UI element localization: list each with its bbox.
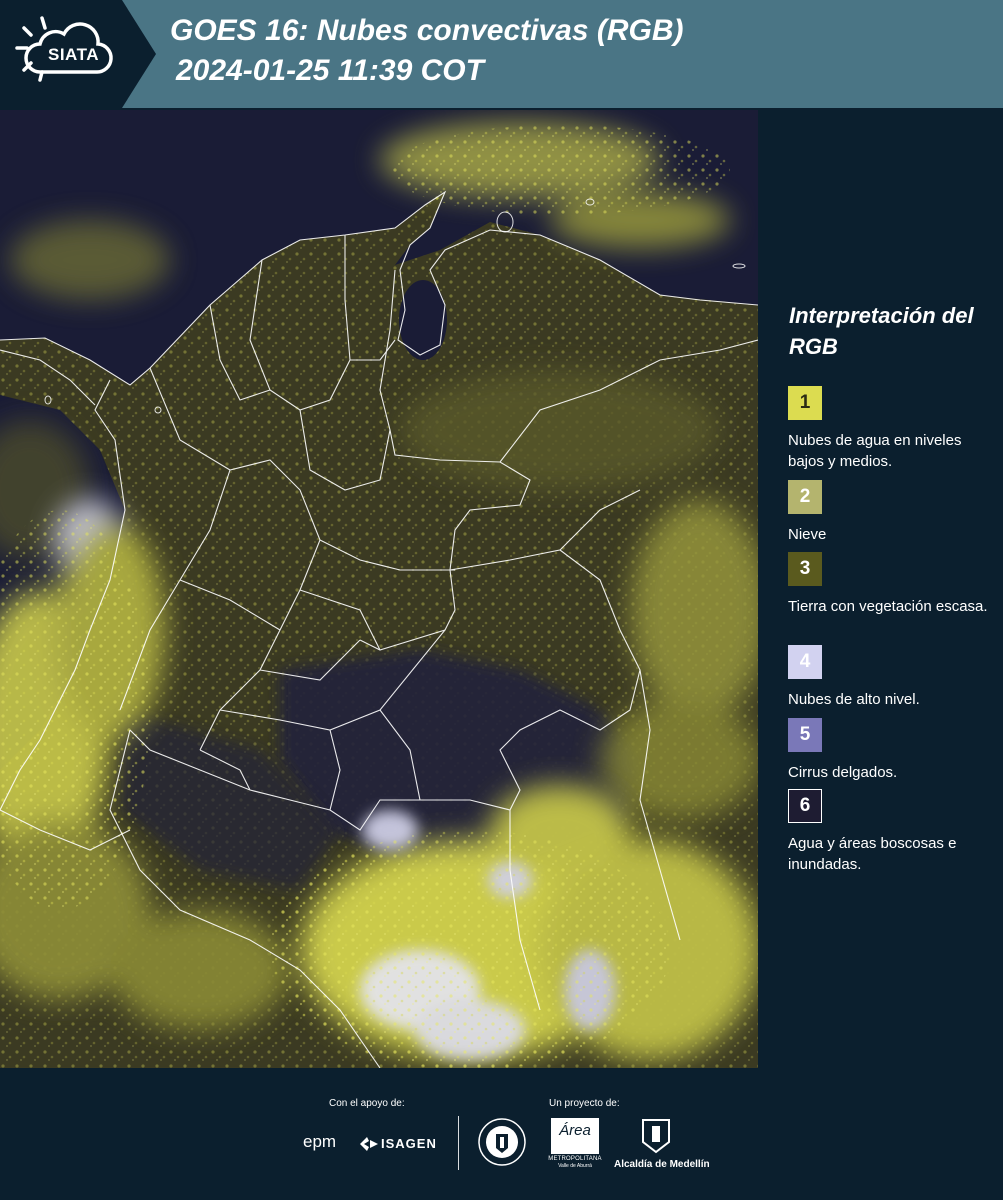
legend-item-1: 1 Nubes de agua en niveles bajos y medio… [788, 386, 998, 472]
medellin-seal-icon [478, 1118, 526, 1166]
legend-panel: Interpretación del RGB 1 Nubes de agua e… [760, 110, 1003, 1068]
legend-swatch-5: 5 [788, 718, 822, 752]
isagen-logo: ISAGEN [360, 1136, 437, 1151]
legend-item-3: 3 Tierra con vegetación escasa. [788, 552, 998, 617]
area-logo-subtext-2: Valle de Aburrá [558, 1163, 592, 1169]
epm-logo-text: epm [303, 1132, 337, 1151]
header-bar: SIATA GOES 16: Nubes convectivas (RGB) 2… [0, 0, 1003, 108]
isagen-icon [360, 1136, 378, 1151]
legend-label-5: Cirrus delgados. [788, 764, 898, 781]
legend-label-1: Nubes de agua en niveles bajos y medios. [788, 432, 962, 470]
page-timestamp: 2024-01-25 11:39 COT [176, 54, 484, 87]
support-label: Con el apoyo de: [329, 1098, 405, 1109]
legend-item-5: 5 Cirrus delgados. [788, 718, 998, 783]
legend-label-6: Agua y áreas boscosas e inundadas. [788, 835, 957, 873]
siata-logo: SIATA [0, 0, 156, 108]
legend-swatch-4: 4 [788, 645, 822, 679]
footer: Con el apoyo de: Un proyecto de: epm ISA… [0, 1068, 1003, 1200]
legend-label-4: Nubes de alto nivel. [788, 691, 920, 708]
isagen-logo-text: ISAGEN [381, 1136, 437, 1151]
legend-label-3: Tierra con vegetación escasa. [788, 598, 988, 615]
area-logo-subtext: METROPOLITANA [548, 1156, 602, 1162]
area-logo-text: Área [559, 1122, 591, 1139]
legend-label-2: Nieve [788, 526, 827, 543]
legend-title: Interpretación del RGB [789, 303, 974, 359]
legend-item-2: 2 Nieve [788, 480, 998, 545]
page-title: GOES 16: Nubes convectivas (RGB) [170, 14, 684, 47]
legend-item-4: 4 Nubes de alto nivel. [788, 645, 998, 710]
satellite-map [0, 110, 758, 1068]
epm-logo: epm [303, 1132, 336, 1152]
logo-text: SIATA [48, 45, 99, 64]
legend-swatch-1: 1 [788, 386, 822, 420]
legend-swatch-2: 2 [788, 480, 822, 514]
legend-swatch-6: 6 [788, 789, 822, 823]
project-label: Un proyecto de: [549, 1098, 620, 1109]
satellite-image [0, 110, 758, 1068]
footer-divider [458, 1116, 459, 1170]
legend-item-6: 6 Agua y áreas boscosas e inundadas. [788, 789, 998, 875]
legend-swatch-3: 3 [788, 552, 822, 586]
alcaldia-logo-text: Alcaldía de Medellín [614, 1159, 710, 1170]
alcaldia-shield-icon [642, 1119, 670, 1154]
